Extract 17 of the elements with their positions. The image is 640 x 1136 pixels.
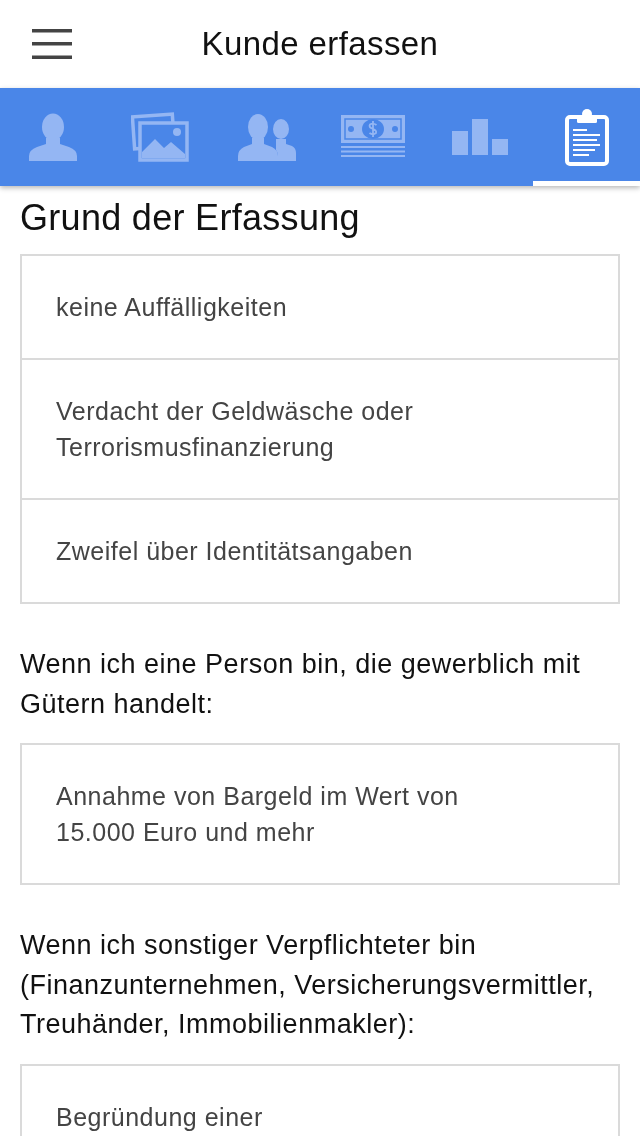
- people-icon: [237, 113, 296, 161]
- page-title: Kunde erfassen: [200, 24, 440, 64]
- section-heading: Grund der Erfassung: [20, 198, 361, 238]
- bar-chart-icon: [452, 119, 508, 155]
- option-item[interactable]: keine Auffälligkeiten: [20, 254, 620, 360]
- option-item[interactable]: Verdacht der Geldwäsche oder Terrorismusfinanzierung: [20, 360, 620, 500]
- clipboard-icon: [564, 108, 609, 166]
- option-item[interactable]: Zweifel über Identitätsangaben: [20, 500, 620, 604]
- section-description: Wenn ich sonstiger Verpflichteter bin (Finanzunternehmen, Versicherungsvermittler, Treuhänder, Immobilienmakler):: [20, 929, 596, 1041]
- option-item[interactable]: Begründung einer: [20, 1063, 620, 1136]
- section-description: Wenn ich eine Person bin, die gewerblich mit Gütern handelt:: [20, 648, 582, 721]
- menu-button[interactable]: [32, 29, 72, 59]
- option-item[interactable]: Annahme von Bargeld im Wert von 15.000 Euro und mehr: [20, 743, 620, 885]
- pictures-icon: [131, 112, 189, 162]
- menu-icon: [32, 29, 72, 59]
- person-icon: [29, 113, 78, 161]
- banknote-icon: [341, 115, 406, 159]
